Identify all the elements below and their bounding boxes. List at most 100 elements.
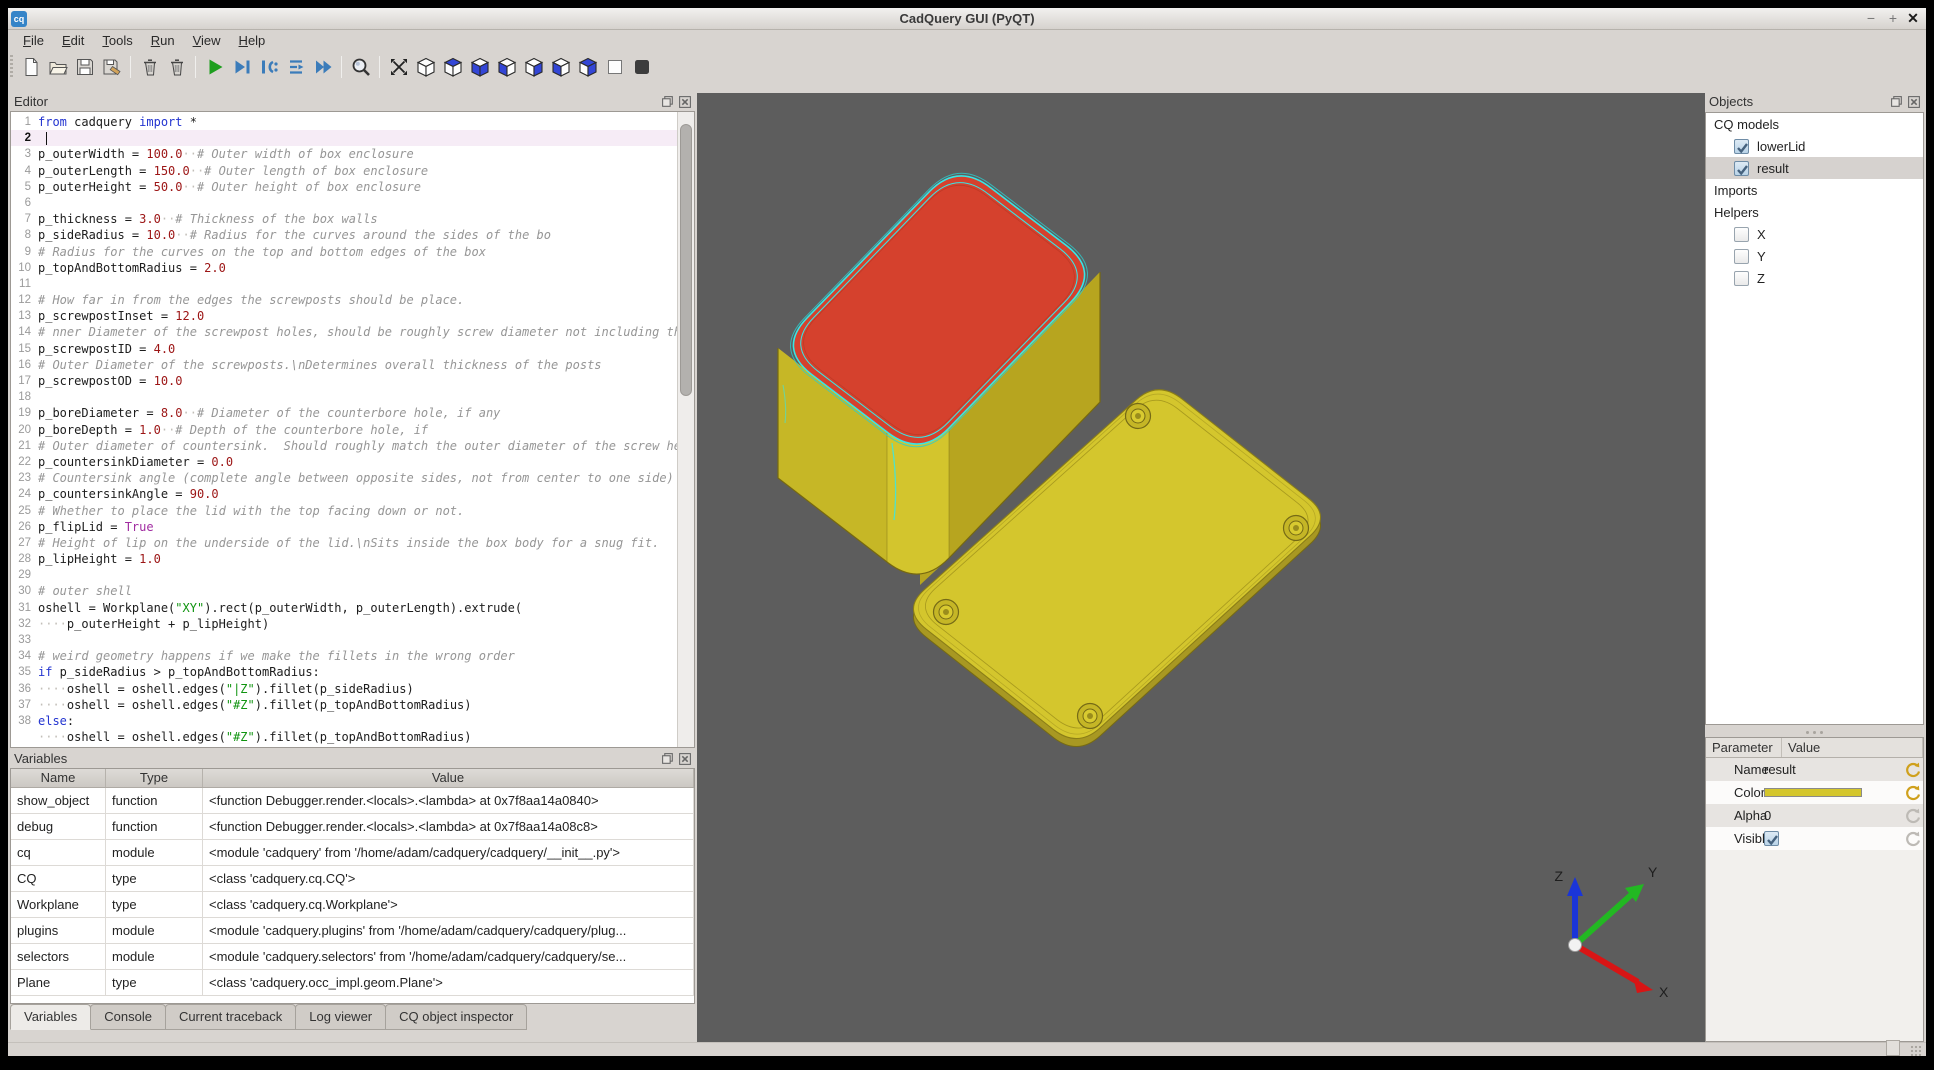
menu-tools[interactable]: Tools — [93, 32, 141, 49]
code-line[interactable]: 24p_countersinkAngle = 90.0 — [11, 486, 677, 502]
code-line[interactable]: 10p_topAndBottomRadius = 2.0 — [11, 260, 677, 276]
code-line[interactable]: 9# Radius for the curves on the top and … — [11, 244, 677, 260]
right-view-icon[interactable] — [520, 54, 547, 80]
color-swatch[interactable] — [1764, 788, 1862, 797]
code-line[interactable]: 23# Countersink angle (complete angle be… — [11, 470, 677, 486]
step-icon[interactable] — [255, 54, 282, 80]
undo-icon[interactable] — [1904, 761, 1921, 778]
code-line[interactable]: 14# nner Diameter of the screwpost holes… — [11, 324, 677, 340]
table-row[interactable]: Planetype<class 'cadquery.occ_impl.geom.… — [11, 970, 694, 996]
code-line[interactable]: 38else: — [11, 713, 677, 729]
save-icon[interactable] — [71, 54, 98, 80]
3d-viewport[interactable]: Z Y X — [697, 93, 1705, 1042]
code-line[interactable]: 16# Outer Diameter of the screwposts.\nD… — [11, 357, 677, 373]
property-row-alpha[interactable]: Alpha0 — [1706, 804, 1923, 827]
properties-column-header[interactable]: Value — [1782, 738, 1923, 757]
close-dock-icon[interactable] — [1907, 95, 1921, 109]
zoom-icon[interactable] — [347, 54, 374, 80]
code-editor[interactable]: 1from cadquery import *23p_outerWidth = … — [11, 112, 677, 747]
objects-item-lowerlid[interactable]: lowerLid — [1706, 135, 1923, 157]
table-row[interactable]: CQtype<class 'cadquery.cq.CQ'> — [11, 866, 694, 892]
code-line[interactable]: 29 — [11, 567, 677, 583]
tab-log-viewer[interactable]: Log viewer — [295, 1004, 386, 1030]
maximize-button[interactable]: + — [1882, 8, 1904, 30]
code-line[interactable]: 8p_sideRadius = 10.0··# Radius for the c… — [11, 227, 677, 243]
top-view-icon[interactable] — [439, 54, 466, 80]
code-line[interactable]: 31oshell = Workplane("XY").rect(p_outerW… — [11, 600, 677, 616]
code-line[interactable]: 37····oshell = oshell.edges("#Z").fillet… — [11, 697, 677, 713]
minimize-button[interactable]: − — [1860, 8, 1882, 30]
property-row-color[interactable]: Color — [1706, 781, 1923, 804]
float-dock-icon[interactable] — [661, 752, 675, 766]
undo-icon[interactable] — [1904, 807, 1921, 824]
checked-checkbox[interactable] — [1764, 831, 1779, 846]
menu-view[interactable]: View — [184, 32, 230, 49]
undo-icon[interactable] — [1904, 830, 1921, 847]
unchecked-checkbox[interactable] — [1734, 227, 1749, 242]
objects-item-y[interactable]: Y — [1706, 245, 1923, 267]
property-value[interactable]: 0 — [1762, 808, 1923, 823]
code-line[interactable]: 15p_screwpostID = 4.0 — [11, 341, 677, 357]
square-filled-icon[interactable] — [628, 54, 655, 80]
resize-grip[interactable] — [1910, 1045, 1922, 1056]
close-button[interactable]: ✕ — [1902, 8, 1924, 30]
bottom-view-icon[interactable] — [466, 54, 493, 80]
objects-item-result[interactable]: result — [1706, 157, 1923, 179]
unchecked-checkbox[interactable] — [1734, 249, 1749, 264]
code-line[interactable]: 20p_boreDepth = 1.0··# Depth of the coun… — [11, 422, 677, 438]
menu-help[interactable]: Help — [230, 32, 275, 49]
menu-run[interactable]: Run — [142, 32, 184, 49]
step-over-icon[interactable] — [282, 54, 309, 80]
code-line[interactable]: 18 — [11, 389, 677, 405]
debug-icon[interactable] — [228, 54, 255, 80]
code-line[interactable]: 21# Outer diameter of countersink. Shoul… — [11, 438, 677, 454]
delete-icon[interactable] — [163, 54, 190, 80]
fit-view-icon[interactable] — [385, 54, 412, 80]
new-file-icon[interactable] — [17, 54, 44, 80]
float-dock-icon[interactable] — [661, 95, 675, 109]
variables-column-header[interactable]: Type — [106, 769, 203, 787]
code-line[interactable]: 34# weird geometry happens if we make th… — [11, 648, 677, 664]
objects-item-helpers[interactable]: Helpers — [1706, 201, 1923, 223]
code-line[interactable]: 28p_lipHeight = 1.0 — [11, 551, 677, 567]
code-line[interactable]: 36····oshell = oshell.edges("|Z").fillet… — [11, 681, 677, 697]
tab-cq-object-inspector[interactable]: CQ object inspector — [385, 1004, 527, 1030]
front-view-icon[interactable] — [547, 54, 574, 80]
code-line[interactable]: 11 — [11, 276, 677, 292]
editor-scrollbar-thumb[interactable] — [680, 124, 692, 396]
left-view-icon[interactable] — [493, 54, 520, 80]
run-icon[interactable] — [201, 54, 228, 80]
menu-file[interactable]: File — [14, 32, 53, 49]
code-line[interactable]: 32····p_outerHeight + p_lipHeight) — [11, 616, 677, 632]
variables-column-header[interactable]: Value — [203, 769, 694, 787]
code-line[interactable]: ····oshell = oshell.edges("#Z").fillet(p… — [11, 729, 677, 745]
table-row[interactable]: Workplanetype<class 'cadquery.cq.Workpla… — [11, 892, 694, 918]
close-dock-icon[interactable] — [678, 752, 692, 766]
code-line[interactable]: 33 — [11, 632, 677, 648]
checked-checkbox[interactable] — [1734, 139, 1749, 154]
code-line[interactable]: 17p_screwpostOD = 10.0 — [11, 373, 677, 389]
code-line[interactable]: 22p_countersinkDiameter = 0.0 — [11, 454, 677, 470]
code-line[interactable]: 4p_outerLength = 150.0··# Outer length o… — [11, 163, 677, 179]
variables-column-header[interactable]: Name — [11, 769, 106, 787]
undo-icon[interactable] — [1904, 784, 1921, 801]
code-line[interactable]: 30# outer shell — [11, 583, 677, 599]
objects-item-cq-models[interactable]: CQ models — [1706, 113, 1923, 135]
property-row-visible[interactable]: Visible — [1706, 827, 1923, 850]
code-line[interactable]: 5p_outerHeight = 50.0··# Outer height of… — [11, 179, 677, 195]
close-dock-icon[interactable] — [678, 95, 692, 109]
code-line[interactable]: 27# Height of lip on the underside of th… — [11, 535, 677, 551]
float-dock-icon[interactable] — [1890, 95, 1904, 109]
square-outline-icon[interactable] — [601, 54, 628, 80]
code-line[interactable]: 6 — [11, 195, 677, 211]
property-row-name[interactable]: Nameresult — [1706, 758, 1923, 781]
code-line[interactable]: 26p_flipLid = True — [11, 519, 677, 535]
panel-splitter[interactable] — [1705, 727, 1924, 737]
editor-scrollbar[interactable] — [677, 112, 694, 747]
checked-checkbox[interactable] — [1734, 161, 1749, 176]
code-line[interactable]: 2 — [11, 130, 677, 146]
back-view-icon[interactable] — [574, 54, 601, 80]
code-line[interactable]: 19p_boreDiameter = 8.0··# Diameter of th… — [11, 405, 677, 421]
table-row[interactable]: pluginsmodule<module 'cadquery.plugins' … — [11, 918, 694, 944]
toolbar-handle[interactable] — [10, 55, 13, 79]
